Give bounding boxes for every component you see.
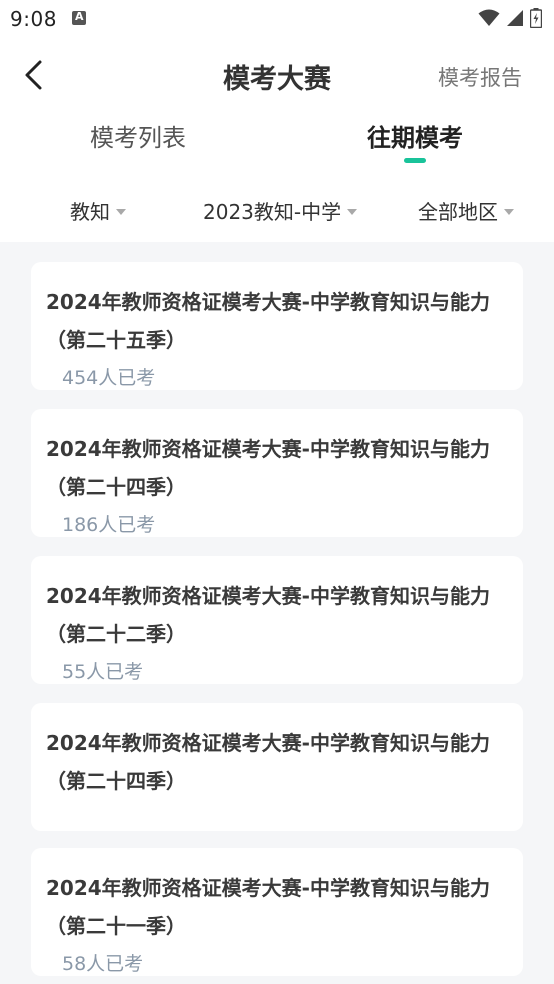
exam-count: 454人已考 xyxy=(62,367,156,389)
filter-year[interactable]: 2023教知-中学 xyxy=(203,196,358,225)
filter-region-label: 全部地区 xyxy=(418,200,498,224)
filter-subject[interactable]: 教知 xyxy=(70,196,126,225)
filter-region[interactable]: 全部地区 xyxy=(418,196,514,225)
exam-title: 2024年教师资格证模考大赛-中学教育知识与能力（第二十一季） xyxy=(46,876,490,938)
exam-title: 2024年教师资格证模考大赛-中学教育知识与能力（第二十四季） xyxy=(46,437,490,499)
exam-count: 58人已考 xyxy=(62,953,144,975)
tab-past-exams[interactable]: 往期模考 xyxy=(367,118,463,153)
wifi-icon xyxy=(478,9,500,26)
exam-card[interactable]: 2024年教师资格证模考大赛-中学教育知识与能力（第二十四季） 186人已考 xyxy=(31,409,523,537)
caret-down-icon xyxy=(504,208,514,215)
filter-subject-label: 教知 xyxy=(70,200,110,224)
active-tab-indicator xyxy=(404,158,426,163)
exam-card[interactable]: 2024年教师资格证模考大赛-中学教育知识与能力（第二十四季） xyxy=(31,703,523,831)
exam-card[interactable]: 2024年教师资格证模考大赛-中学教育知识与能力（第二十五季） 454人已考 xyxy=(31,262,523,390)
caret-down-icon xyxy=(116,208,126,215)
caret-down-icon xyxy=(347,208,358,215)
battery-icon xyxy=(530,8,542,28)
exam-card[interactable]: 2024年教师资格证模考大赛-中学教育知识与能力（第二十一季） 58人已考 xyxy=(31,848,523,976)
status-time: 9:08 xyxy=(10,7,57,31)
exam-title: 2024年教师资格证模考大赛-中学教育知识与能力（第二十五季） xyxy=(46,290,490,352)
exam-title: 2024年教师资格证模考大赛-中学教育知识与能力（第二十四季） xyxy=(46,731,490,793)
filter-bar: 教知 2023教知-中学 全部地区 xyxy=(0,188,554,232)
signal-icon xyxy=(507,10,523,26)
exam-card[interactable]: 2024年教师资格证模考大赛-中学教育知识与能力（第二十二季） 55人已考 xyxy=(31,556,523,684)
exam-title: 2024年教师资格证模考大赛-中学教育知识与能力（第二十二季） xyxy=(46,584,490,646)
nav-bar: 模考大赛 模考报告 xyxy=(0,46,554,104)
tab-exam-list[interactable]: 模考列表 xyxy=(90,118,186,153)
tab-bar: 模考列表 往期模考 xyxy=(0,112,554,168)
a-notification-icon xyxy=(72,10,86,25)
status-bar: 9:08 xyxy=(0,0,554,38)
filter-year-label: 2023教知-中学 xyxy=(203,200,342,224)
exam-count: 55人已考 xyxy=(62,661,144,683)
exam-count: 186人已考 xyxy=(62,514,156,536)
header-area: 9:08 模考大赛 模考报告 模考列表 往期模考 教知 xyxy=(0,0,554,242)
status-icons xyxy=(478,8,542,28)
report-button[interactable]: 模考报告 xyxy=(438,62,522,92)
